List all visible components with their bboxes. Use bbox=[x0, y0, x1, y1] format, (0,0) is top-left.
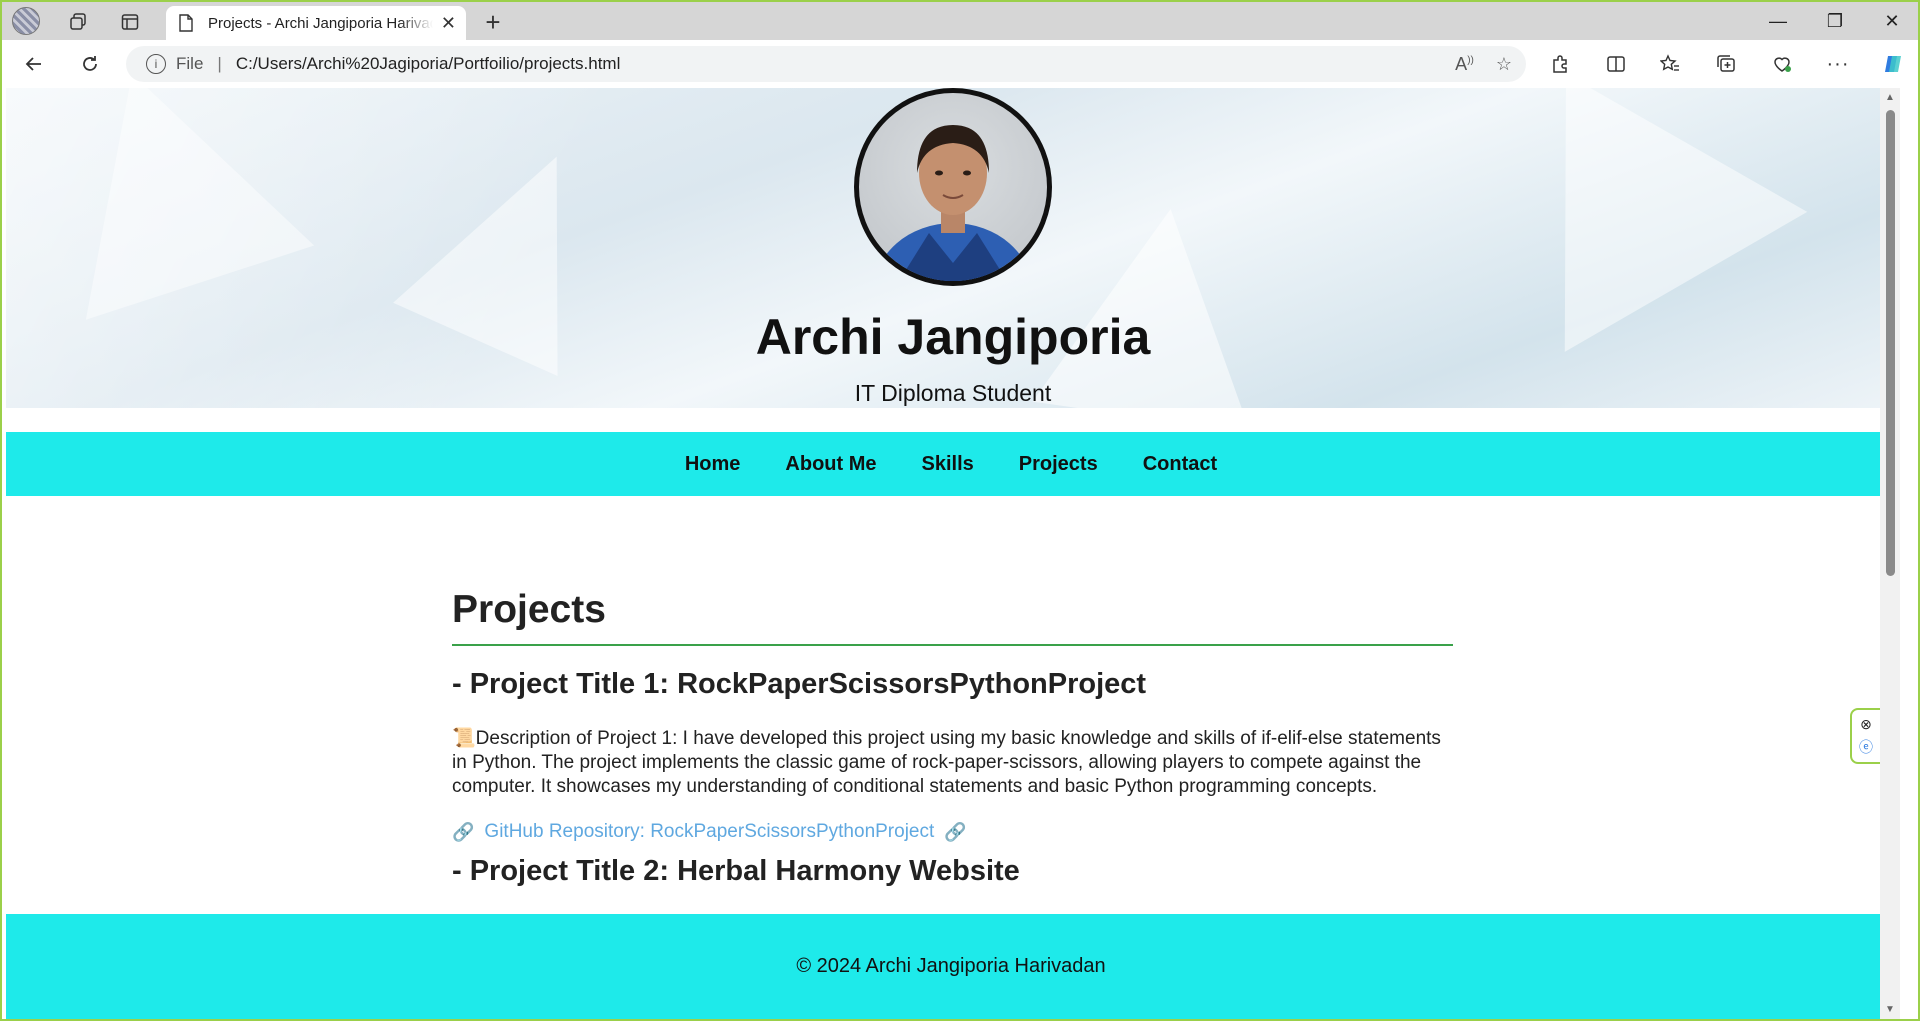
info-icon[interactable]: i bbox=[146, 54, 166, 74]
scroll-down-arrow-icon[interactable]: ▼ bbox=[1885, 1004, 1895, 1015]
nav-home[interactable]: Home bbox=[685, 453, 741, 476]
project-card: - Project Title 2: Herbal Harmony Websit… bbox=[452, 855, 1453, 888]
site-title: Archi Jangiporia bbox=[755, 309, 1151, 365]
site-footer: © 2024 Archi Jangiporia Harivadan bbox=[6, 914, 1896, 1019]
background-shard bbox=[1032, 193, 1280, 408]
browser-essentials-icon[interactable] bbox=[1764, 48, 1800, 80]
scrollbar-thumb[interactable] bbox=[1886, 110, 1895, 576]
side-widget: ⊗ ⓔ bbox=[1850, 708, 1880, 764]
back-button[interactable] bbox=[16, 48, 52, 80]
address-bar[interactable]: i File | C:/Users/Archi%20Jagiporia/Port… bbox=[126, 46, 1526, 82]
favorites-icon[interactable] bbox=[1652, 48, 1688, 80]
read-aloud-icon[interactable]: A)) bbox=[1455, 54, 1474, 75]
profile-avatar[interactable] bbox=[12, 7, 40, 35]
restore-button[interactable]: ❐ bbox=[1807, 2, 1863, 40]
close-window-button[interactable]: ✕ bbox=[1864, 2, 1918, 40]
workspaces-icon[interactable] bbox=[62, 6, 94, 38]
refresh-button[interactable] bbox=[72, 48, 108, 80]
edge-e-icon[interactable]: ⓔ bbox=[1859, 737, 1873, 757]
scroll-icon: 📜 bbox=[452, 728, 476, 749]
link-icon: 🔗 bbox=[944, 821, 967, 842]
project-description-text: Description of Project 1: I have develop… bbox=[452, 728, 1441, 797]
minimize-button[interactable]: — bbox=[1750, 2, 1806, 40]
tab-projects[interactable]: Projects - Archi Jangiporia Harivadan ✕ bbox=[166, 6, 466, 40]
section-title: Projects bbox=[452, 588, 1453, 646]
main-nav: Home About Me Skills Projects Contact bbox=[6, 432, 1896, 496]
site-subtitle: IT Diploma Student bbox=[854, 380, 1052, 406]
url-text[interactable]: C:/Users/Archi%20Jagiporia/Portfoilio/pr… bbox=[236, 54, 621, 74]
nav-skills[interactable]: Skills bbox=[922, 453, 974, 476]
project-title: - Project Title 2: Herbal Harmony Websit… bbox=[452, 855, 1020, 887]
footer-copyright: © 2024 Archi Jangiporia Harivadan bbox=[796, 955, 1106, 977]
project-description: 📜Description of Project 1: I have develo… bbox=[452, 727, 1453, 799]
address-separator: | bbox=[217, 54, 222, 73]
project-card: - Project Title 1: RockPaperScissorsPyth… bbox=[452, 668, 1453, 843]
page-icon bbox=[179, 14, 193, 32]
project-title: - Project Title 1: RockPaperScissorsPyth… bbox=[452, 668, 1147, 700]
collections-icon[interactable] bbox=[1708, 48, 1744, 80]
file-label: File bbox=[176, 54, 204, 73]
page-scrollbar[interactable]: ▲ ▼ bbox=[1880, 88, 1900, 1019]
copilot-icon[interactable] bbox=[1876, 48, 1912, 80]
favorite-star-icon[interactable]: ☆ bbox=[1496, 54, 1512, 75]
address-actions: A)) ☆ bbox=[1455, 54, 1512, 75]
project-link-row: 🔗 GitHub Repository: RockPaperScissorsPy… bbox=[452, 821, 1453, 843]
profile-photo bbox=[854, 88, 1052, 286]
close-circle-icon[interactable]: ⊗ bbox=[1860, 716, 1872, 733]
scroll-up-arrow-icon[interactable]: ▲ bbox=[1885, 92, 1895, 103]
link-icon: 🔗 bbox=[452, 821, 475, 842]
nav-about-me[interactable]: About Me bbox=[785, 453, 876, 476]
browser-window: Projects - Archi Jangiporia Harivadan ✕ … bbox=[2, 2, 1918, 1019]
browser-toolbar: i File | C:/Users/Archi%20Jagiporia/Port… bbox=[2, 40, 1918, 88]
new-tab-button[interactable]: + bbox=[476, 6, 510, 38]
vertical-tabs-icon[interactable] bbox=[114, 6, 146, 38]
nav-projects[interactable]: Projects bbox=[1019, 453, 1098, 476]
nav-contact[interactable]: Contact bbox=[1143, 453, 1217, 476]
split-screen-icon[interactable] bbox=[1598, 48, 1634, 80]
more-menu-icon[interactable]: ··· bbox=[1820, 48, 1856, 80]
tab-title: Projects - Archi Jangiporia Harivadan bbox=[208, 14, 433, 32]
hero-banner: Archi Jangiporia IT Diploma Student bbox=[6, 88, 1900, 408]
tab-strip: Projects - Archi Jangiporia Harivadan ✕ … bbox=[2, 2, 1918, 40]
background-shard bbox=[17, 88, 315, 320]
page-viewport: Archi Jangiporia IT Diploma Student Home… bbox=[6, 88, 1900, 1019]
close-tab-icon[interactable]: ✕ bbox=[441, 13, 456, 34]
projects-section: Projects - Project Title 1: RockPaperSci… bbox=[452, 588, 1453, 888]
extensions-icon[interactable] bbox=[1542, 48, 1578, 80]
github-repo-link[interactable]: GitHub Repository: RockPaperScissorsPyth… bbox=[484, 821, 934, 843]
